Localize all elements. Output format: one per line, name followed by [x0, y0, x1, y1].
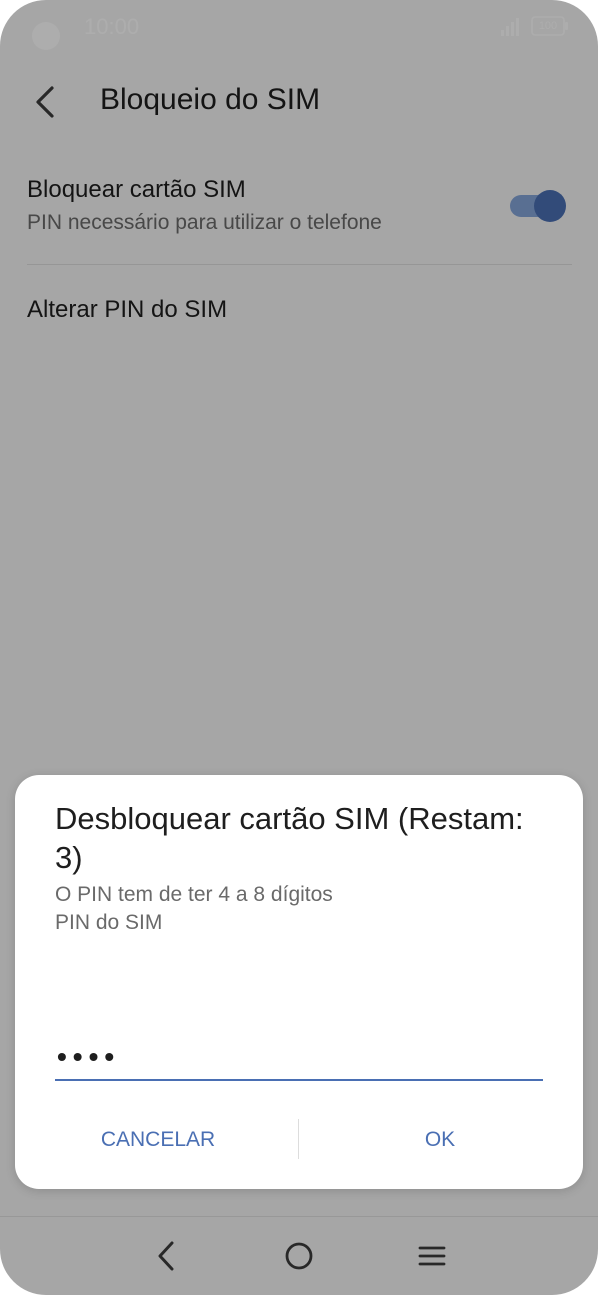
button-divider — [298, 1119, 299, 1159]
ok-button[interactable]: OK — [337, 1115, 543, 1165]
pin-input[interactable]: •••• — [55, 1035, 543, 1081]
unlock-sim-dialog: Desbloquear cartão SIM (Restam: 3) O PIN… — [15, 775, 583, 1189]
pin-value: •••• — [57, 1041, 121, 1072]
pin-field-label: PIN do SIM — [55, 911, 163, 934]
cancel-button[interactable]: CANCELAR — [55, 1115, 261, 1165]
phone-screen: Bloqueio do SIM Bloquear cartão SIM PIN … — [0, 0, 598, 1295]
dialog-title: Desbloquear cartão SIM (Restam: 3) — [55, 801, 524, 875]
dialog-hint: O PIN tem de ter 4 a 8 dígitos — [55, 883, 333, 906]
